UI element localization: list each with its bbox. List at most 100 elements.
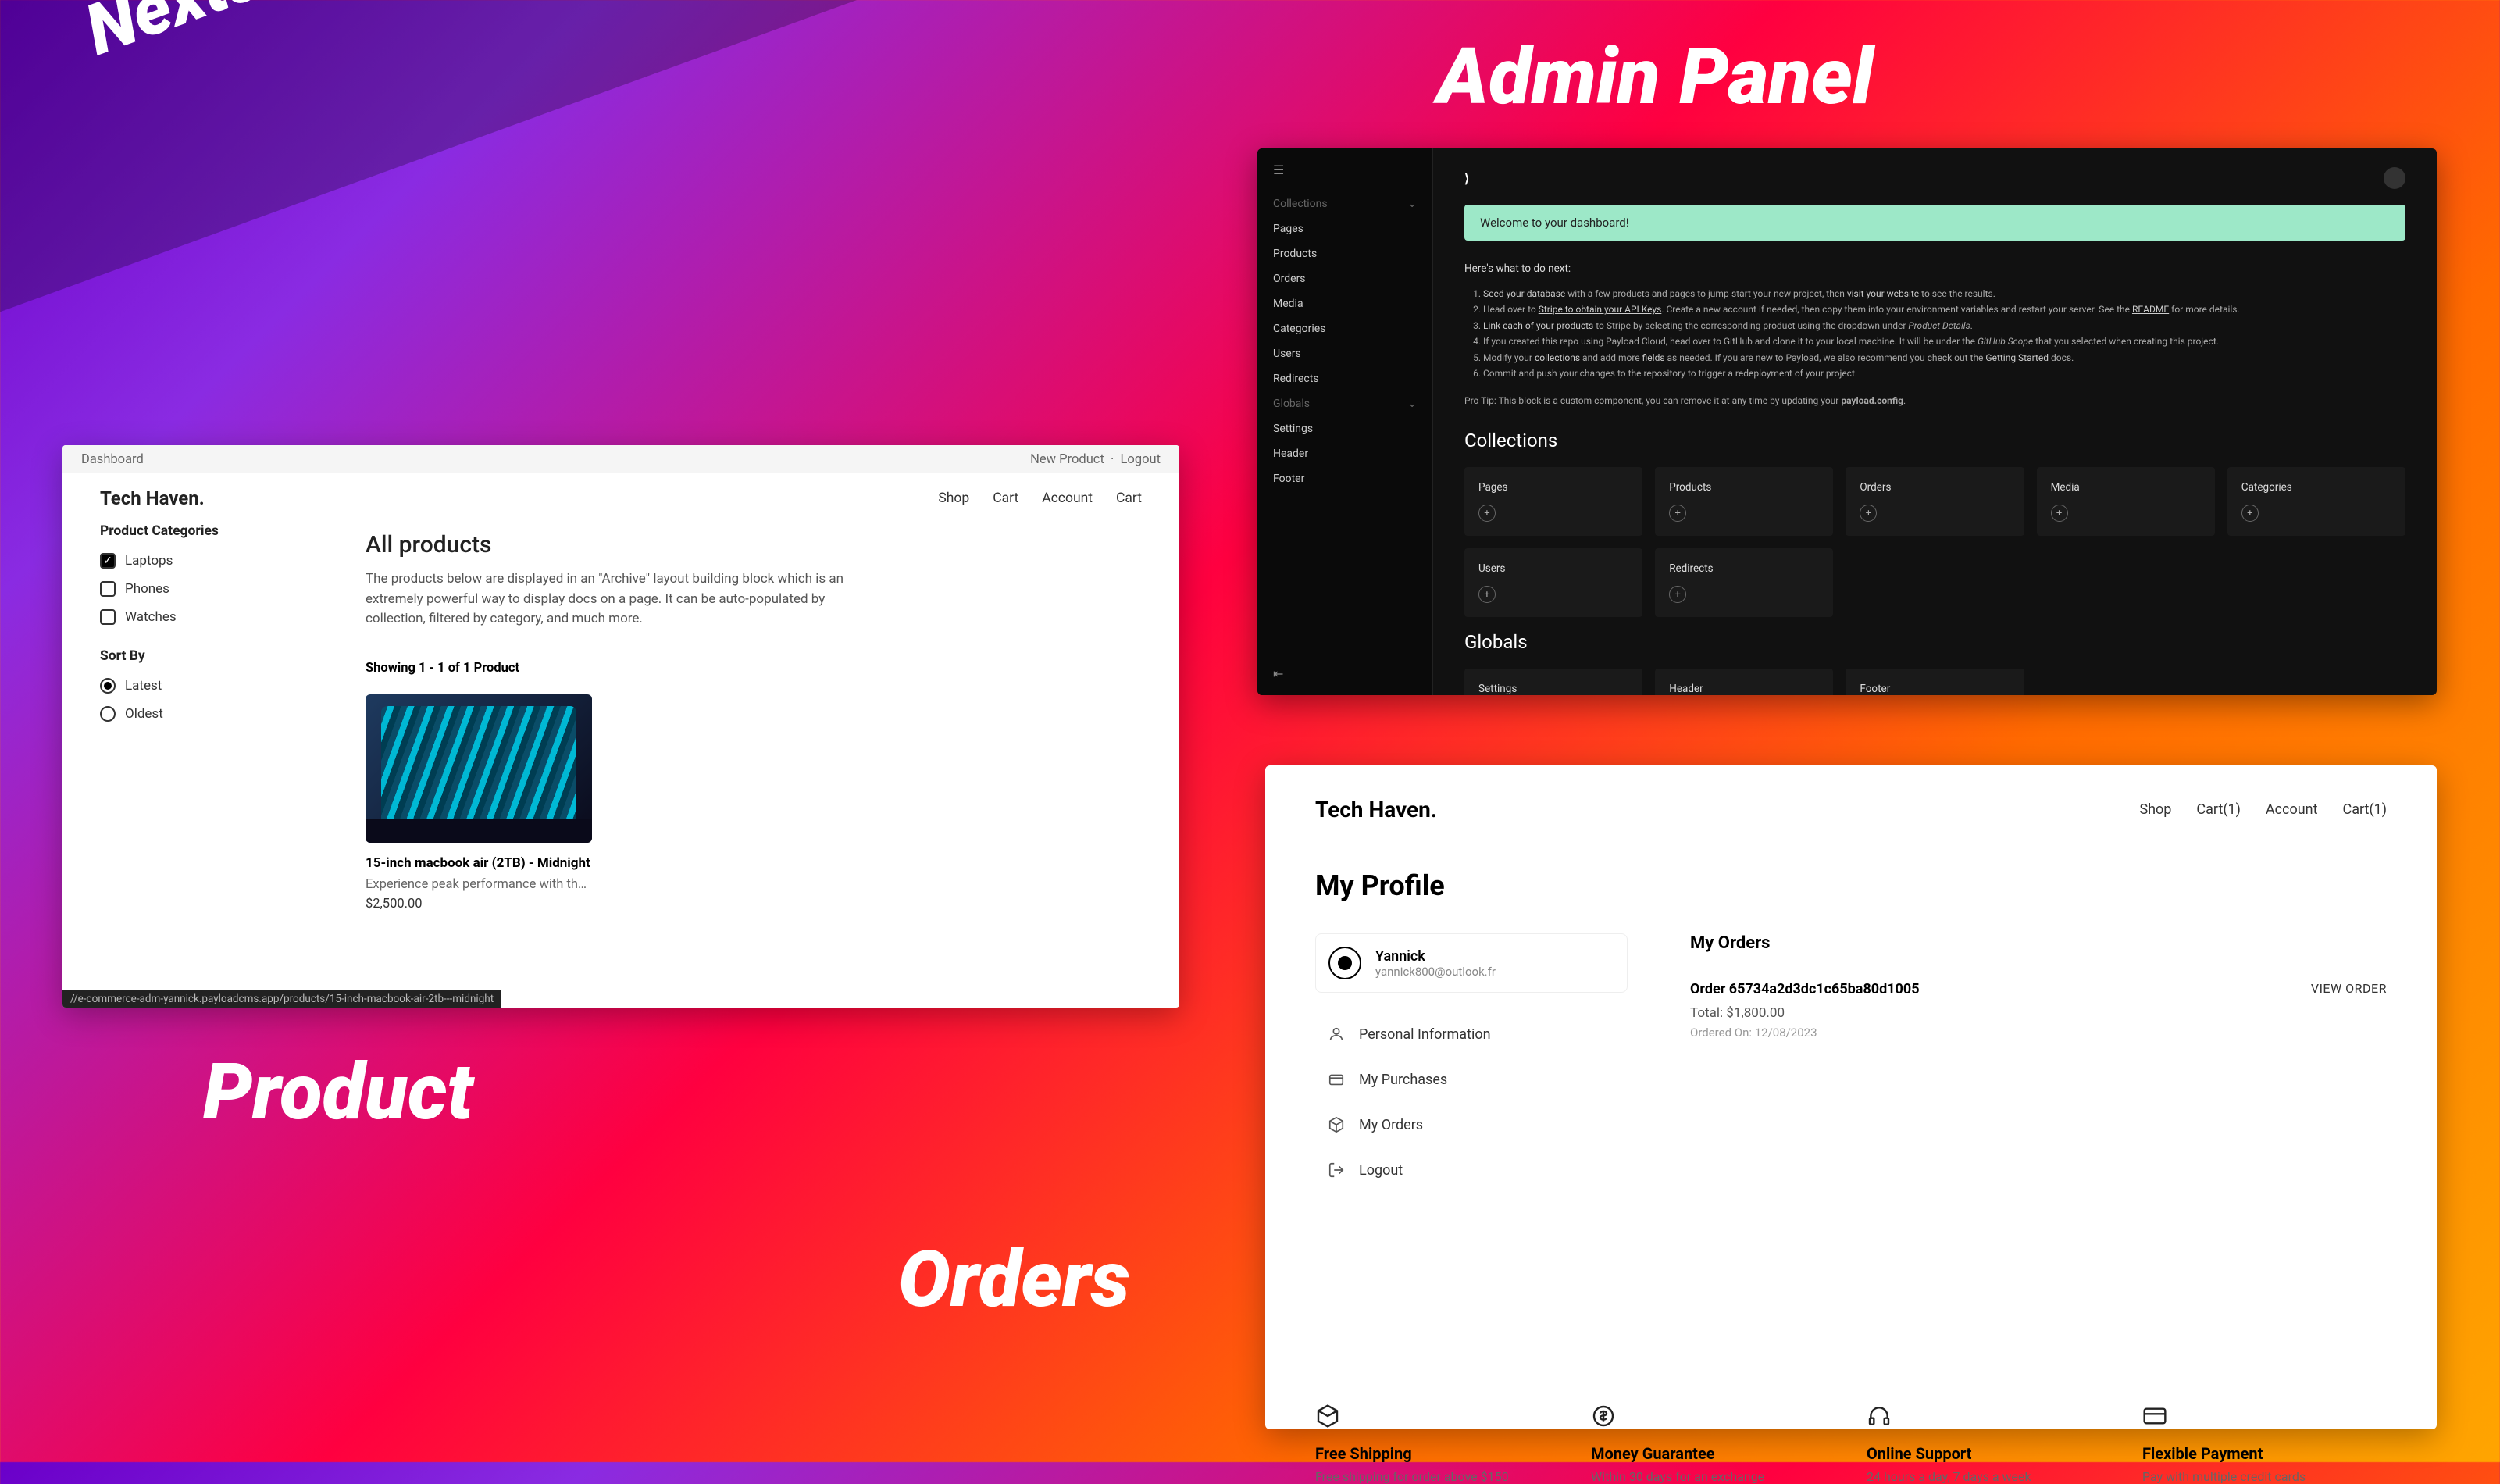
my-orders-title: My Orders [1690,933,2387,953]
tile-orders[interactable]: Orders+ [1846,467,2024,536]
nav-shop[interactable]: Shop [938,491,969,506]
product-card[interactable]: 15-inch macbook air (2TB) - Midnight Exp… [366,694,592,911]
admin-sidebar: ☰ Collections⌄ Pages Products Orders Med… [1257,148,1433,695]
user-card: Yannick yannick800@outlook.fr [1315,933,1628,993]
sidebar-item-settings[interactable]: Settings [1257,416,1432,441]
sidebar-item-pages[interactable]: Pages [1257,216,1432,241]
hamburger-icon[interactable]: ☰ [1257,162,1432,191]
tile-header[interactable]: Header [1655,669,1833,695]
section-label-orders: Orders [898,1234,1130,1325]
collections-grid: Pages+ Products+ Orders+ Media+ Categori… [1464,467,2405,617]
menu-orders[interactable]: My Orders [1315,1102,1628,1147]
sidebar-item-categories[interactable]: Categories [1257,316,1432,341]
sortby-title: Sort By [100,648,303,664]
collapse-sidebar-icon[interactable]: ⇤ [1273,666,1283,681]
checkbox-icon [100,581,116,597]
orders-main: My Orders Order 65734a2d3dc1c65ba80d1005… [1690,933,2387,1193]
showing-count: Showing 1 - 1 of 1 Product [366,661,1142,676]
status-url: //e-commerce-adm-yannick.payloadcms.app/… [62,990,501,1008]
feature-support: Online Support 24 hours a day, 7 days a … [1867,1404,2111,1484]
plus-icon[interactable]: + [1478,586,1496,603]
product-price: $2,500.00 [366,897,592,911]
product-image [366,694,592,843]
wallet-icon [1328,1071,1345,1088]
topbar-dashboard[interactable]: Dashboard [81,452,144,467]
feature-payment: Flexible Payment Pay with multiple credi… [2142,1404,2387,1484]
radio-oldest[interactable]: Oldest [100,706,303,722]
intro-text: Here's what to do next: [1464,262,2405,275]
topbar-new-product[interactable]: New Product [1030,452,1104,467]
tile-footer[interactable]: Footer [1846,669,2024,695]
categories-title: Product Categories [100,523,303,539]
tile-products[interactable]: Products+ [1655,467,1833,536]
sidebar-item-media[interactable]: Media [1257,291,1432,316]
chevron-down-icon: ⌄ [1407,198,1417,210]
sidebar-item-header[interactable]: Header [1257,441,1432,466]
checkbox-laptops[interactable]: ✓Laptops [100,553,303,569]
radio-latest[interactable]: Latest [100,678,303,694]
menu-personal-info[interactable]: Personal Information [1315,1011,1628,1057]
nav-account[interactable]: Account [2266,801,2318,818]
admin-window: ☰ Collections⌄ Pages Products Orders Med… [1257,148,2437,695]
sidebar-item-products[interactable]: Products [1257,241,1432,266]
sidebar-item-footer[interactable]: Footer [1257,466,1432,491]
product-window: Dashboard New Product · Logout Tech Have… [62,445,1179,1008]
sidebar-item-redirects[interactable]: Redirects [1257,366,1432,391]
user-icon [1328,1026,1345,1043]
checkbox-icon [100,609,116,625]
step-6: Commit and push your changes to the repo… [1483,366,2405,381]
order-row: Order 65734a2d3dc1c65ba80d1005 Total: $1… [1690,981,2387,1055]
step-2: Head over to Stripe to obtain your API K… [1483,301,2405,317]
box-icon [1315,1404,1340,1429]
product-brand[interactable]: Tech Haven. [100,487,205,509]
topbar-logout[interactable]: Logout [1121,452,1161,467]
tile-settings[interactable]: Settings [1464,669,1642,695]
menu-logout[interactable]: Logout [1315,1147,1628,1193]
product-subtitle: Experience peak performance with the 15 … [366,877,592,892]
plus-icon[interactable]: + [2051,505,2068,522]
tile-media[interactable]: Media+ [2037,467,2215,536]
tile-pages[interactable]: Pages+ [1464,467,1642,536]
sidebar-item-orders[interactable]: Orders [1257,266,1432,291]
plus-icon[interactable]: + [1860,505,1877,522]
step-5: Modify your collections and add more fie… [1483,350,2405,366]
nav-cart[interactable]: Cart(1) [2196,801,2240,818]
nav-shop[interactable]: Shop [2139,801,2171,818]
dollar-icon [1591,1404,1616,1429]
menu-purchases[interactable]: My Purchases [1315,1057,1628,1102]
sidebar-item-users[interactable]: Users [1257,341,1432,366]
sidebar-group-collections[interactable]: Collections⌄ [1257,191,1432,216]
tile-redirects[interactable]: Redirects+ [1655,548,1833,617]
plus-icon[interactable]: + [1669,586,1686,603]
checkbox-phones[interactable]: Phones [100,581,303,597]
hero-banner: Payload CMS + NextJS + MongoDB [0,0,1196,358]
plus-icon[interactable]: + [1669,505,1686,522]
features-row: Free Shipping Free shipping for order ab… [1315,1404,2387,1484]
feature-money: Money Guarantee Within 30 days for an ex… [1591,1404,1835,1484]
checkbox-watches[interactable]: Watches [100,609,303,625]
section-label-product: Product [203,1047,473,1138]
order-date: Ordered On: 12/08/2023 [1690,1026,1920,1040]
orders-brand[interactable]: Tech Haven. [1315,797,1437,822]
plus-icon[interactable]: + [1478,505,1496,522]
view-order-link[interactable]: VIEW ORDER [2311,981,2387,996]
tile-users[interactable]: Users+ [1464,548,1642,617]
user-email: yannick800@outlook.fr [1375,965,1496,979]
nav-cart-2[interactable]: Cart(1) [2343,801,2387,818]
order-total: Total: $1,800.00 [1690,1005,1920,1021]
payload-logo-icon[interactable]: ⟩ [1464,171,1469,186]
tile-categories[interactable]: Categories+ [2227,467,2405,536]
radio-icon [100,678,116,694]
product-nav: Shop Cart Account Cart [938,491,1142,506]
nav-cart-2[interactable]: Cart [1116,491,1142,506]
user-avatar[interactable] [2384,167,2405,189]
nav-cart[interactable]: Cart [993,491,1018,506]
plus-icon[interactable]: + [2241,505,2259,522]
feature-shipping: Free Shipping Free shipping for order ab… [1315,1404,1560,1484]
steps-list: Seed your database with a few products a… [1464,286,2405,381]
nav-account[interactable]: Account [1042,491,1093,506]
sidebar-group-globals[interactable]: Globals⌄ [1257,391,1432,416]
order-id: Order 65734a2d3dc1c65ba80d1005 [1690,981,1920,997]
collections-heading: Collections [1464,430,2405,451]
step-4: If you created this repo using Payload C… [1483,334,2405,349]
